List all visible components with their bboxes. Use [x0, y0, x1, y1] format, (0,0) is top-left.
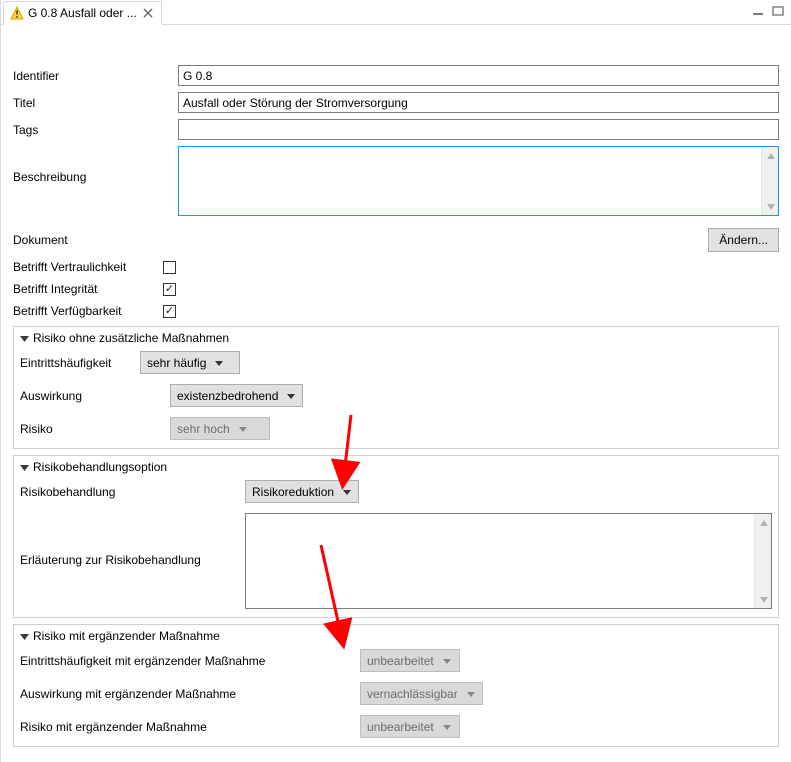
- tab-active[interactable]: G 0.8 Ausfall oder ...: [3, 1, 162, 25]
- integrity-label: Betrifft Integrität: [13, 282, 163, 296]
- s3-impact-value: vernachlässigbar: [367, 687, 458, 701]
- integrity-checkbox[interactable]: [163, 283, 176, 296]
- collapse-icon[interactable]: [20, 632, 29, 641]
- chevron-down-icon: [440, 722, 454, 732]
- identifier-input[interactable]: [178, 65, 779, 86]
- title-label: Titel: [13, 96, 178, 110]
- availability-checkbox[interactable]: [163, 305, 176, 318]
- scrollbar[interactable]: [761, 147, 778, 215]
- confidentiality-checkbox[interactable]: [163, 261, 176, 274]
- section2-header: Risikobehandlungsoption: [33, 460, 167, 474]
- chevron-down-icon: [236, 424, 250, 434]
- description-textarea[interactable]: [179, 147, 761, 215]
- s3-impact-label: Auswirkung mit ergänzender Maßnahme: [20, 687, 360, 701]
- s1-frequency-label: Eintrittshäufigkeit: [20, 356, 140, 370]
- chevron-down-icon: [284, 391, 298, 401]
- section-risk-with-measure: Risiko mit ergänzender Maßnahme Eintritt…: [13, 624, 779, 747]
- s1-risk-value: sehr hoch: [177, 422, 230, 436]
- description-wrapper: [178, 146, 779, 216]
- s3-frequency-label: Eintrittshäufigkeit mit ergänzender Maßn…: [20, 654, 360, 668]
- tab-bar: G 0.8 Ausfall oder ...: [1, 0, 791, 25]
- s3-risk-select: unbearbeitet: [360, 715, 460, 738]
- s2-treatment-label: Risikobehandlung: [20, 485, 245, 499]
- s2-treatment-select[interactable]: Risikoreduktion: [245, 480, 359, 503]
- minimize-view-icon[interactable]: [749, 3, 767, 18]
- s2-treatment-value: Risikoreduktion: [252, 485, 334, 499]
- scroll-down-icon[interactable]: [762, 198, 779, 215]
- change-button[interactable]: Ändern...: [708, 228, 779, 252]
- scroll-up-icon[interactable]: [762, 147, 779, 164]
- identifier-label: Identifier: [13, 69, 178, 83]
- collapse-icon[interactable]: [20, 463, 29, 472]
- s1-frequency-select[interactable]: sehr häufig: [140, 351, 240, 374]
- close-icon[interactable]: [141, 6, 155, 20]
- document-label: Dokument: [13, 233, 178, 247]
- chevron-down-icon: [212, 358, 226, 368]
- chevron-down-icon: [464, 689, 478, 699]
- s3-risk-value: unbearbeitet: [367, 720, 434, 734]
- s1-impact-select[interactable]: existenzbedrohend: [170, 384, 303, 407]
- description-label: Beschreibung: [13, 146, 178, 184]
- section-risk-without-measures: Risiko ohne zusätzliche Maßnahmen Eintri…: [13, 326, 779, 449]
- maximize-view-icon[interactable]: [769, 3, 787, 18]
- scrollbar[interactable]: [754, 514, 771, 608]
- title-input[interactable]: [178, 92, 779, 113]
- s1-frequency-value: sehr häufig: [147, 356, 206, 370]
- tags-label: Tags: [13, 123, 178, 137]
- chevron-down-icon: [440, 656, 454, 666]
- section1-header: Risiko ohne zusätzliche Maßnahmen: [33, 331, 229, 345]
- s1-impact-value: existenzbedrohend: [177, 389, 278, 403]
- s2-explanation-label: Erläuterung zur Risikobehandlung: [20, 513, 245, 567]
- s1-risk-label: Risiko: [20, 422, 170, 436]
- section-risk-treatment: Risikobehandlungsoption Risikobehandlung…: [13, 455, 779, 618]
- scroll-down-icon[interactable]: [755, 591, 772, 608]
- section3-header: Risiko mit ergänzender Maßnahme: [33, 629, 220, 643]
- s2-explanation-textarea[interactable]: [246, 514, 754, 608]
- tags-input[interactable]: [178, 119, 779, 140]
- s3-impact-select: vernachlässigbar: [360, 682, 483, 705]
- s1-risk-select: sehr hoch: [170, 417, 270, 440]
- availability-label: Betrifft Verfügbarkeit: [13, 304, 163, 318]
- warning-icon: [10, 6, 24, 20]
- tab-title: G 0.8 Ausfall oder ...: [28, 6, 137, 20]
- scroll-up-icon[interactable]: [755, 514, 772, 531]
- collapse-icon[interactable]: [20, 334, 29, 343]
- chevron-down-icon: [340, 487, 354, 497]
- confidentiality-label: Betrifft Vertraulichkeit: [13, 260, 163, 274]
- s3-risk-label: Risiko mit ergänzender Maßnahme: [20, 720, 360, 734]
- s3-frequency-select: unbearbeitet: [360, 649, 460, 672]
- s2-explanation-wrapper: [245, 513, 772, 609]
- s1-impact-label: Auswirkung: [20, 389, 170, 403]
- s3-frequency-value: unbearbeitet: [367, 654, 434, 668]
